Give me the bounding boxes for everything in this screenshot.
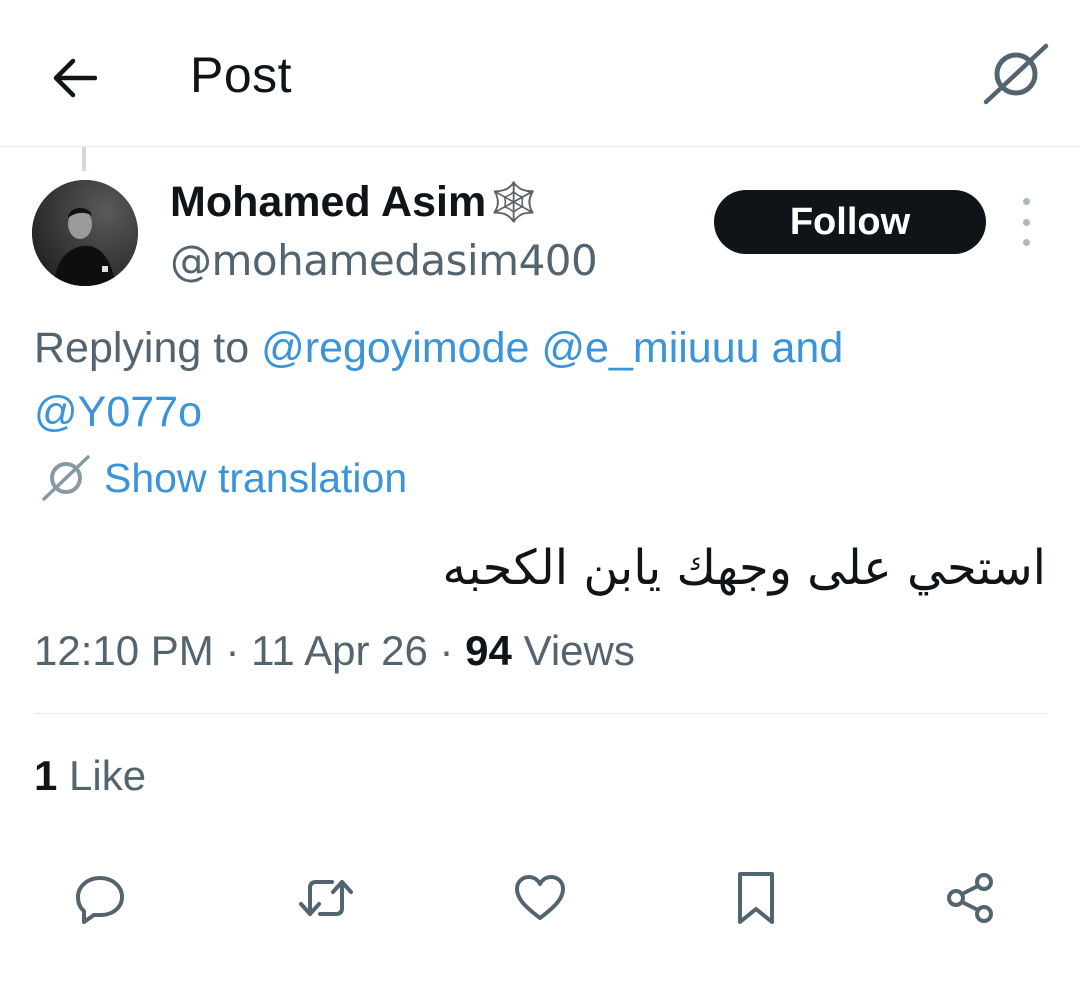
like-button[interactable] <box>504 862 576 934</box>
translate-button[interactable] <box>982 42 1050 106</box>
translate-icon <box>983 43 1049 105</box>
mention-link[interactable]: @Y077o <box>34 388 202 436</box>
spider-web-emoji: 🕸️ <box>490 180 538 224</box>
back-button[interactable] <box>44 48 104 108</box>
likes-label: Like <box>69 752 147 799</box>
likes-count: 1 <box>34 752 58 799</box>
bookmark-icon <box>738 872 774 924</box>
post-meta: 12:10 PM · 11 Apr 26 · 94 Views <box>34 627 635 675</box>
likes-stat[interactable]: 1 Like <box>34 752 146 800</box>
translate-icon <box>42 455 90 501</box>
repost-button[interactable] <box>290 862 362 934</box>
mention-link[interactable]: @e_miiuuu <box>541 324 759 372</box>
meta-separator: · <box>225 627 240 674</box>
replying-to: Replying to @regoyimode @e_miiuuu and @Y… <box>34 316 1044 444</box>
author-handle[interactable]: @mohamedasim400 <box>170 236 598 285</box>
mention-link[interactable]: @regoyimode <box>261 324 529 372</box>
show-translation-button[interactable]: Show translation <box>40 454 407 502</box>
reply-icon <box>76 876 124 924</box>
share-button[interactable] <box>934 862 1006 934</box>
post-text: استحي على وجهك يابن الكحبه <box>442 540 1046 596</box>
views-label: Views <box>523 627 635 674</box>
meta-separator: · <box>439 627 454 674</box>
post-date[interactable]: 11 Apr 26 <box>251 627 428 674</box>
arrow-left-icon <box>53 58 97 98</box>
post-time[interactable]: 12:10 PM <box>34 627 214 674</box>
divider <box>34 713 1048 714</box>
more-vertical-icon <box>1022 198 1030 205</box>
thread-line <box>82 147 86 171</box>
share-icon <box>947 873 993 923</box>
more-dot <box>1022 239 1030 246</box>
repost-icon <box>299 880 353 916</box>
more-options-button[interactable] <box>1010 198 1042 246</box>
avatar[interactable] <box>32 180 138 286</box>
replying-prefix: Replying to <box>34 324 250 372</box>
heart-icon <box>515 875 565 920</box>
views-count: 94 <box>465 627 512 674</box>
show-translation-label: Show translation <box>104 454 408 501</box>
author-name-row[interactable]: Mohamed Asim 🕸️ <box>170 178 538 227</box>
top-bar <box>0 0 1080 147</box>
bookmark-button[interactable] <box>720 862 792 934</box>
page-title: Post <box>190 47 293 103</box>
follow-button[interactable]: Follow <box>714 190 986 254</box>
author-name: Mohamed Asim <box>170 178 487 226</box>
more-dot <box>1022 218 1030 226</box>
reply-button[interactable] <box>64 862 136 934</box>
avatar-image <box>32 180 138 286</box>
replying-and[interactable]: and <box>772 324 844 372</box>
